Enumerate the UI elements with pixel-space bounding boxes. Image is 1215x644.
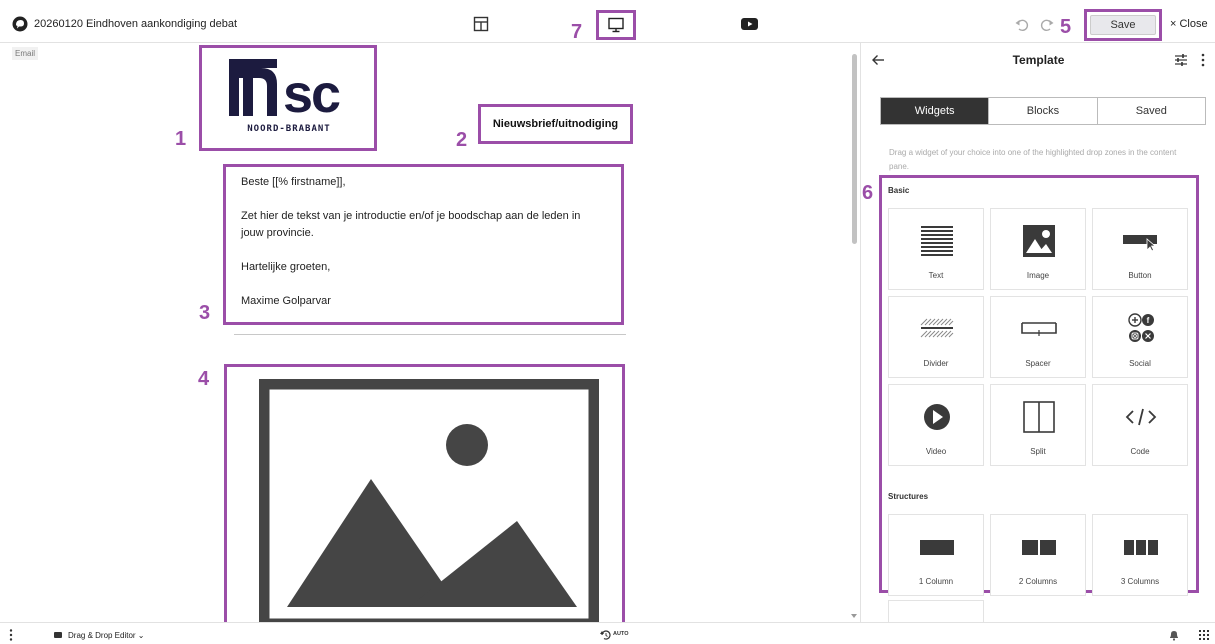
two-columns-icon bbox=[1022, 540, 1056, 555]
drag-hint-text: Drag a widget of your choice into one of… bbox=[889, 148, 1177, 171]
desktop-preview-toggle[interactable] bbox=[596, 10, 636, 40]
layout-grid-icon[interactable] bbox=[473, 16, 489, 32]
structure-one-column[interactable]: 1 Column bbox=[888, 514, 984, 596]
structure-label: 3 Columns bbox=[1120, 577, 1160, 586]
svg-text:NOORD-BRABANT: NOORD-BRABANT bbox=[247, 124, 330, 134]
callout-4: 4 bbox=[198, 368, 210, 390]
widget-spacer[interactable]: Spacer bbox=[990, 296, 1086, 378]
callout-2: 2 bbox=[456, 129, 468, 151]
svg-text:f: f bbox=[1147, 316, 1150, 325]
widget-button[interactable]: Button bbox=[1092, 208, 1188, 290]
widget-label: Video bbox=[925, 447, 947, 456]
settings-sliders-icon[interactable] bbox=[1174, 53, 1188, 67]
close-button[interactable]: × Close bbox=[1170, 18, 1208, 30]
widget-label: Social bbox=[1129, 359, 1151, 368]
video-widget-icon bbox=[924, 404, 950, 430]
divider-line[interactable] bbox=[234, 334, 626, 335]
image-block[interactable] bbox=[224, 364, 625, 622]
email-editor: 20260120 Eindhoven aankondiging debat Sa… bbox=[0, 0, 1215, 644]
autosave-icon[interactable]: AUTO bbox=[599, 629, 635, 641]
scrollbar-thumb[interactable] bbox=[852, 54, 857, 244]
image-widget-icon bbox=[1023, 225, 1055, 257]
divider-widget-icon bbox=[920, 318, 954, 338]
tab-saved[interactable]: Saved bbox=[1096, 98, 1205, 124]
text-line: Hartelijke groeten, bbox=[241, 261, 331, 273]
panel-tabs: Widgets Blocks Saved bbox=[880, 97, 1206, 125]
widget-split[interactable]: Split bbox=[990, 384, 1086, 466]
bottom-bar: Drag & Drop Editor ⌄ AUTO bbox=[0, 622, 1215, 644]
youtube-icon[interactable] bbox=[741, 18, 758, 30]
editor-mode-icon bbox=[54, 632, 62, 638]
text-widget-icon bbox=[921, 226, 953, 256]
callout-1: 1 bbox=[175, 128, 187, 150]
widget-code[interactable]: Code bbox=[1092, 384, 1188, 466]
notification-bell-icon[interactable] bbox=[1168, 629, 1180, 641]
apps-grid-icon[interactable] bbox=[1199, 630, 1209, 640]
tab-blocks[interactable]: Blocks bbox=[988, 98, 1096, 124]
scroll-down-arrow-icon[interactable] bbox=[851, 614, 857, 618]
canvas-scrollbar[interactable] bbox=[850, 48, 858, 618]
text-line: Beste [[% firstname]], bbox=[241, 176, 346, 188]
callout-7: 7 bbox=[571, 21, 583, 43]
widget-label: Button bbox=[1128, 271, 1152, 280]
save-button[interactable]: Save bbox=[1090, 15, 1156, 35]
undo-icon[interactable] bbox=[1014, 17, 1030, 33]
basic-section-label: Basic bbox=[888, 186, 910, 195]
split-widget-icon bbox=[1023, 401, 1055, 433]
redo-icon[interactable] bbox=[1039, 17, 1055, 33]
widget-label: Code bbox=[1130, 447, 1150, 456]
structure-tile-partial[interactable] bbox=[888, 600, 984, 622]
widget-social[interactable]: f Social bbox=[1092, 296, 1188, 378]
panel-title: Template bbox=[1012, 53, 1065, 67]
document-title: 20260120 Eindhoven aankondiging debat bbox=[34, 18, 238, 30]
spacer-widget-icon bbox=[1021, 322, 1057, 336]
email-canvas: Email sc NOORD-BRABANT 1 Nieuwsbrief/uit… bbox=[0, 43, 860, 622]
widget-video[interactable]: Video bbox=[888, 384, 984, 466]
tab-widgets[interactable]: Widgets bbox=[881, 98, 989, 124]
svg-text:sc: sc bbox=[283, 64, 340, 124]
text-line: Zet hier de tekst van je introductie en/… bbox=[241, 210, 581, 239]
template-panel: Template Widgets Blocks Saved Drag a wid… bbox=[860, 43, 1215, 622]
logo-block[interactable]: sc NOORD-BRABANT bbox=[199, 45, 377, 151]
three-columns-icon bbox=[1124, 540, 1158, 555]
more-vertical-icon[interactable] bbox=[9, 629, 13, 641]
structure-label: 1 Column bbox=[918, 577, 954, 586]
structure-three-columns[interactable]: 3 Columns bbox=[1092, 514, 1188, 596]
widget-label: Split bbox=[1030, 447, 1046, 456]
autosave-label: AUTO bbox=[613, 631, 629, 637]
text-line: Maxime Golparvar bbox=[241, 295, 331, 307]
callout-6: 6 bbox=[862, 182, 874, 204]
text-block[interactable]: Beste [[% firstname]], Zet hier de tekst… bbox=[223, 164, 624, 325]
app-logo-icon bbox=[12, 16, 28, 32]
widget-label: Image bbox=[1026, 271, 1050, 280]
one-column-icon bbox=[920, 540, 954, 555]
structures-section-label: Structures bbox=[888, 492, 929, 501]
widgets-highlight: Basic Text Image Button Divider Spacer f… bbox=[879, 175, 1199, 596]
widget-text[interactable]: Text bbox=[888, 208, 984, 290]
nsc-logo: sc NOORD-BRABANT bbox=[229, 59, 342, 134]
widget-label: Text bbox=[928, 271, 944, 280]
callout-5: 5 bbox=[1060, 16, 1072, 38]
structure-label: 2 Columns bbox=[1018, 577, 1058, 586]
editor-mode-dropdown[interactable]: Drag & Drop Editor ⌄ bbox=[68, 631, 145, 640]
desktop-monitor-icon bbox=[608, 17, 624, 33]
widget-label: Spacer bbox=[1025, 359, 1051, 368]
structure-two-columns[interactable]: 2 Columns bbox=[990, 514, 1086, 596]
email-label: Email bbox=[12, 47, 39, 60]
widget-divider[interactable]: Divider bbox=[888, 296, 984, 378]
callout-3: 3 bbox=[199, 302, 211, 324]
button-widget-icon bbox=[1123, 235, 1157, 252]
code-widget-icon bbox=[1125, 408, 1157, 426]
save-button-highlight: Save bbox=[1084, 9, 1162, 41]
social-widget-icon: f bbox=[1128, 313, 1154, 342]
more-vertical-icon[interactable] bbox=[1199, 53, 1207, 67]
top-toolbar: 20260120 Eindhoven aankondiging debat Sa… bbox=[0, 0, 1215, 43]
widget-image[interactable]: Image bbox=[990, 208, 1086, 290]
widget-label: Divider bbox=[923, 359, 949, 368]
heading-block[interactable]: Nieuwsbrief/uitnodiging bbox=[478, 104, 633, 144]
image-placeholder-icon bbox=[259, 379, 599, 622]
